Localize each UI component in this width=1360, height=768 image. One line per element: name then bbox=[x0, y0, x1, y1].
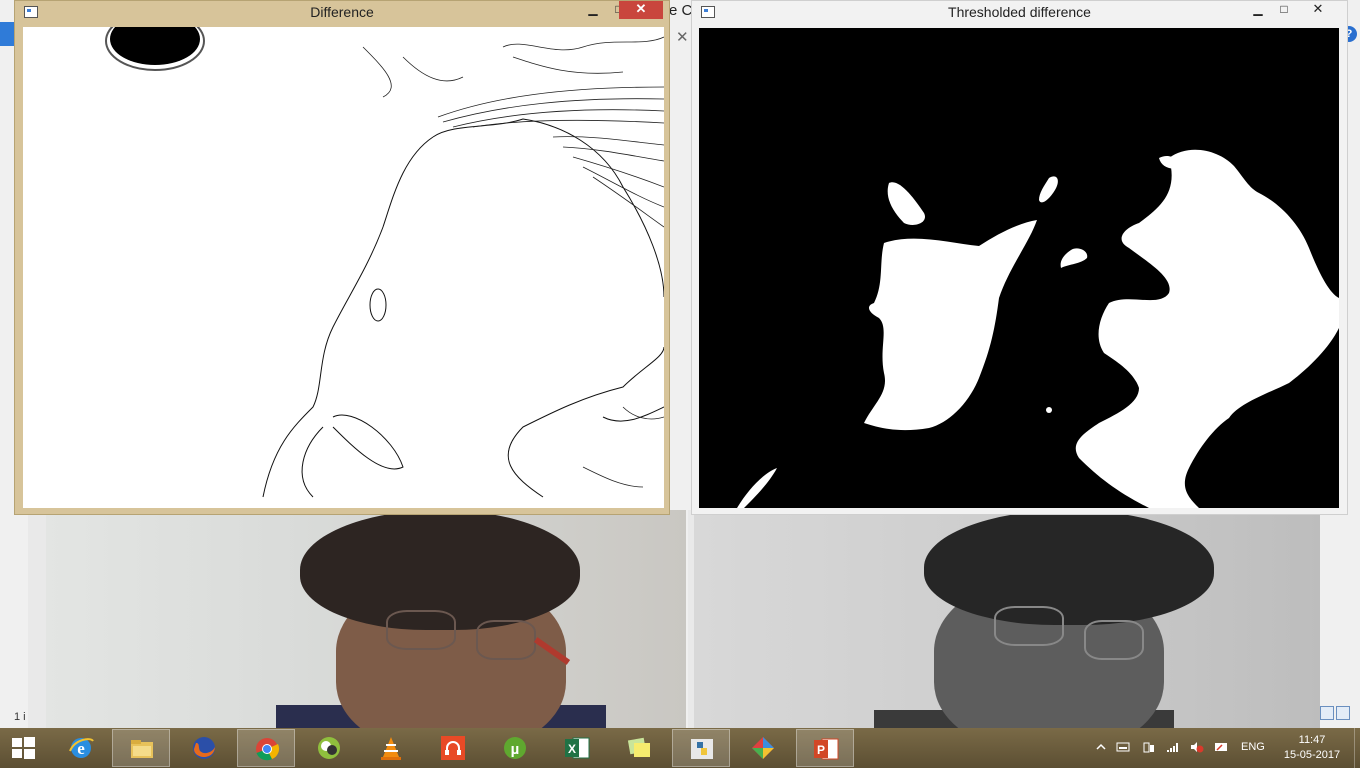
keyboard-icon[interactable] bbox=[1116, 741, 1130, 753]
windows-logo-icon bbox=[12, 738, 22, 747]
input-language-indicator[interactable]: ENG bbox=[1241, 741, 1265, 753]
utorrent-icon: µ bbox=[504, 737, 526, 759]
details-view-icon[interactable] bbox=[1320, 706, 1334, 720]
background-window-title-fragment: e C bbox=[669, 2, 693, 19]
camera-feed-color bbox=[28, 510, 686, 728]
taskbar-internet-explorer[interactable]: e bbox=[52, 729, 110, 767]
minimize-button[interactable]: ▁ bbox=[1245, 1, 1271, 19]
taskbar-file-explorer[interactable] bbox=[112, 729, 170, 767]
taskbar-excel[interactable]: X bbox=[548, 729, 606, 767]
firefox-icon bbox=[193, 737, 215, 759]
svg-text:P: P bbox=[817, 743, 825, 757]
start-button[interactable] bbox=[0, 728, 48, 768]
paint-tool-icon bbox=[752, 737, 774, 759]
taskbar-firefox[interactable] bbox=[175, 729, 233, 767]
background-status-text: 1 i bbox=[14, 711, 26, 723]
svg-text:X: X bbox=[568, 742, 576, 756]
powerpoint-icon: P bbox=[814, 738, 839, 760]
chevron-up-icon[interactable] bbox=[1094, 741, 1108, 753]
clock-time: 11:47 bbox=[1298, 734, 1326, 746]
background-close-icon[interactable]: ✕ bbox=[676, 28, 689, 46]
taskbar: e µ X P ENG 11:47 15-05-2017 bbox=[0, 728, 1360, 768]
person-hair bbox=[924, 510, 1214, 625]
battery-icon[interactable] bbox=[1142, 741, 1156, 753]
system-tray bbox=[1090, 728, 1240, 768]
taskbar-music[interactable] bbox=[424, 729, 482, 767]
taskbar-camera-app[interactable] bbox=[300, 729, 358, 767]
excel-icon: X bbox=[565, 737, 590, 759]
glasses-right-lens bbox=[1084, 620, 1144, 660]
chrome-icon bbox=[256, 738, 280, 761]
volume-muted-icon[interactable] bbox=[1190, 741, 1204, 753]
difference-window[interactable]: Difference ▁ □ ✕ bbox=[14, 0, 670, 515]
svg-text:µ: µ bbox=[511, 741, 520, 758]
camera-app-icon bbox=[318, 737, 340, 759]
folder-icon bbox=[131, 740, 153, 758]
camera-feed-grayscale bbox=[688, 510, 1320, 728]
close-button[interactable]: ✕ bbox=[619, 1, 663, 19]
glasses-left-lens bbox=[994, 606, 1064, 646]
clock-date: 15-05-2017 bbox=[1283, 749, 1341, 761]
taskbar-utorrent[interactable]: µ bbox=[486, 729, 544, 767]
thresholded-window[interactable]: Thresholded difference ▁ □ ✕ bbox=[691, 0, 1348, 515]
taskbar-vlc[interactable] bbox=[362, 729, 420, 767]
minimize-button[interactable]: ▁ bbox=[580, 1, 606, 19]
python-icon bbox=[691, 739, 713, 759]
view-mode-icons[interactable] bbox=[1320, 706, 1356, 724]
sticky-notes-icon bbox=[627, 737, 650, 757]
glasses-left-lens bbox=[386, 610, 456, 650]
action-center-icon[interactable] bbox=[1214, 741, 1228, 753]
vlc-cone-icon bbox=[381, 737, 401, 760]
difference-window-title: Difference bbox=[310, 4, 374, 20]
taskbar-python[interactable] bbox=[672, 729, 730, 767]
clock[interactable]: 11:47 15-05-2017 bbox=[1280, 733, 1344, 763]
taskbar-powerpoint[interactable]: P bbox=[796, 729, 854, 767]
taskbar-sticky-notes[interactable] bbox=[610, 729, 668, 767]
difference-image-drawing bbox=[105, 27, 664, 498]
thresholded-image bbox=[699, 28, 1339, 508]
thresholded-titlebar[interactable]: Thresholded difference ▁ □ ✕ bbox=[692, 1, 1347, 23]
headphones-icon bbox=[441, 736, 465, 760]
tiles-view-icon[interactable] bbox=[1336, 706, 1350, 720]
internet-explorer-icon: e bbox=[69, 738, 94, 758]
maximize-button[interactable]: □ bbox=[1271, 1, 1297, 19]
taskbar-paint-tool[interactable] bbox=[734, 729, 792, 767]
difference-image bbox=[23, 27, 664, 508]
difference-titlebar[interactable]: Difference ▁ □ ✕ bbox=[15, 1, 669, 23]
show-desktop-button[interactable] bbox=[1354, 728, 1360, 768]
close-button[interactable]: ✕ bbox=[1296, 1, 1340, 19]
network-signal-icon[interactable] bbox=[1166, 741, 1180, 753]
glasses-right-lens bbox=[476, 620, 536, 660]
thresholded-image-drawing bbox=[737, 149, 1339, 508]
taskbar-chrome[interactable] bbox=[237, 729, 295, 767]
